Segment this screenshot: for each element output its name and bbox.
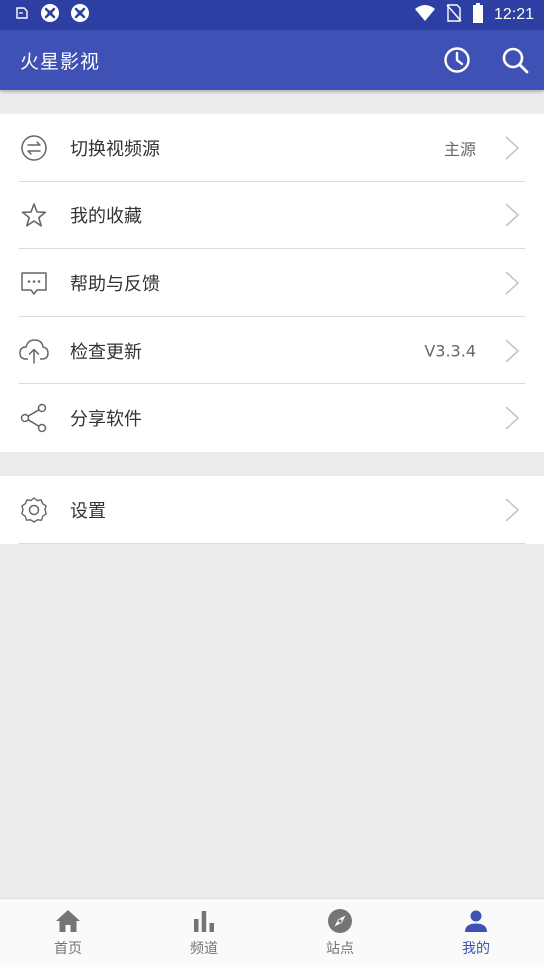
search-button[interactable] [500,45,530,75]
no-sim-icon [446,4,462,26]
screen: 12:21 火星影视 切换视频源 主源 我的收藏 帮助与反馈 检查更新 V3.3… [0,0,544,967]
app-bar: 火星影视 [0,30,544,90]
menu-item-label: 切换视频源 [70,138,160,160]
share-icon [19,403,49,433]
chevron-right-icon [505,406,520,430]
nav-item-sites[interactable]: 站点 [272,899,408,967]
cloud-upload-icon [19,336,49,366]
nav-label: 站点 [326,941,354,957]
nav-label: 我的 [462,941,490,957]
search-icon [502,47,529,74]
status-left [14,3,90,27]
nav-item-channels[interactable]: 频道 [136,899,272,967]
chevron-right-icon [505,338,520,363]
menu-item-label: 检查更新 [70,341,142,363]
nav-item-mine[interactable]: 我的 [408,899,544,967]
compass-icon [327,908,353,934]
star-icon [19,200,49,230]
person-icon [463,908,489,934]
menu-item-share[interactable]: 分享软件 [0,384,544,452]
menu-item-value: V3.3.4 [424,341,476,361]
chevron-right-icon [505,271,520,295]
app-actions [442,45,530,75]
menu-item-settings[interactable]: 设置 [0,476,544,544]
menu-item-label: 帮助与反馈 [70,273,160,295]
battery-icon [472,3,484,27]
chevron-right-icon [505,498,520,522]
menu-item-label: 设置 [70,500,106,522]
history-button[interactable] [442,45,472,75]
feedback-icon [19,268,49,298]
nav-label: 首页 [54,941,82,957]
notification-icon [14,5,30,25]
menu-item-value: 主源 [443,139,476,159]
menu-group-settings: 设置 [0,476,544,544]
app-notification-icon [70,3,90,27]
app-notification-icon [40,3,60,27]
menu-item-switch-source[interactable]: 切换视频源 主源 [0,114,544,182]
switch-icon [19,133,49,163]
menu-item-help-feedback[interactable]: 帮助与反馈 [0,249,544,317]
nav-item-home[interactable]: 首页 [0,899,136,967]
menu-item-check-update[interactable]: 检查更新 V3.3.4 [0,317,544,385]
nav-label: 频道 [190,941,218,957]
menu-group-main: 切换视频源 主源 我的收藏 帮助与反馈 检查更新 V3.3.4 分享软件 [0,114,544,452]
status-bar: 12:21 [0,0,544,30]
chevron-right-icon [505,136,520,160]
menu-item-label: 我的收藏 [70,206,142,228]
wifi-icon [414,4,436,26]
menu-item-label: 分享软件 [70,409,142,431]
app-title: 火星影视 [20,50,101,73]
settings-icon [19,495,49,525]
home-icon [55,908,81,934]
chevron-right-icon [505,203,520,227]
status-right: 12:21 [414,3,534,27]
status-time: 12:21 [493,6,534,23]
bottom-nav: 首页 频道 站点 我的 [0,898,544,967]
divider [19,542,525,544]
history-icon [444,47,470,73]
bar-chart-icon [191,908,217,934]
menu-item-favorites[interactable]: 我的收藏 [0,182,544,250]
